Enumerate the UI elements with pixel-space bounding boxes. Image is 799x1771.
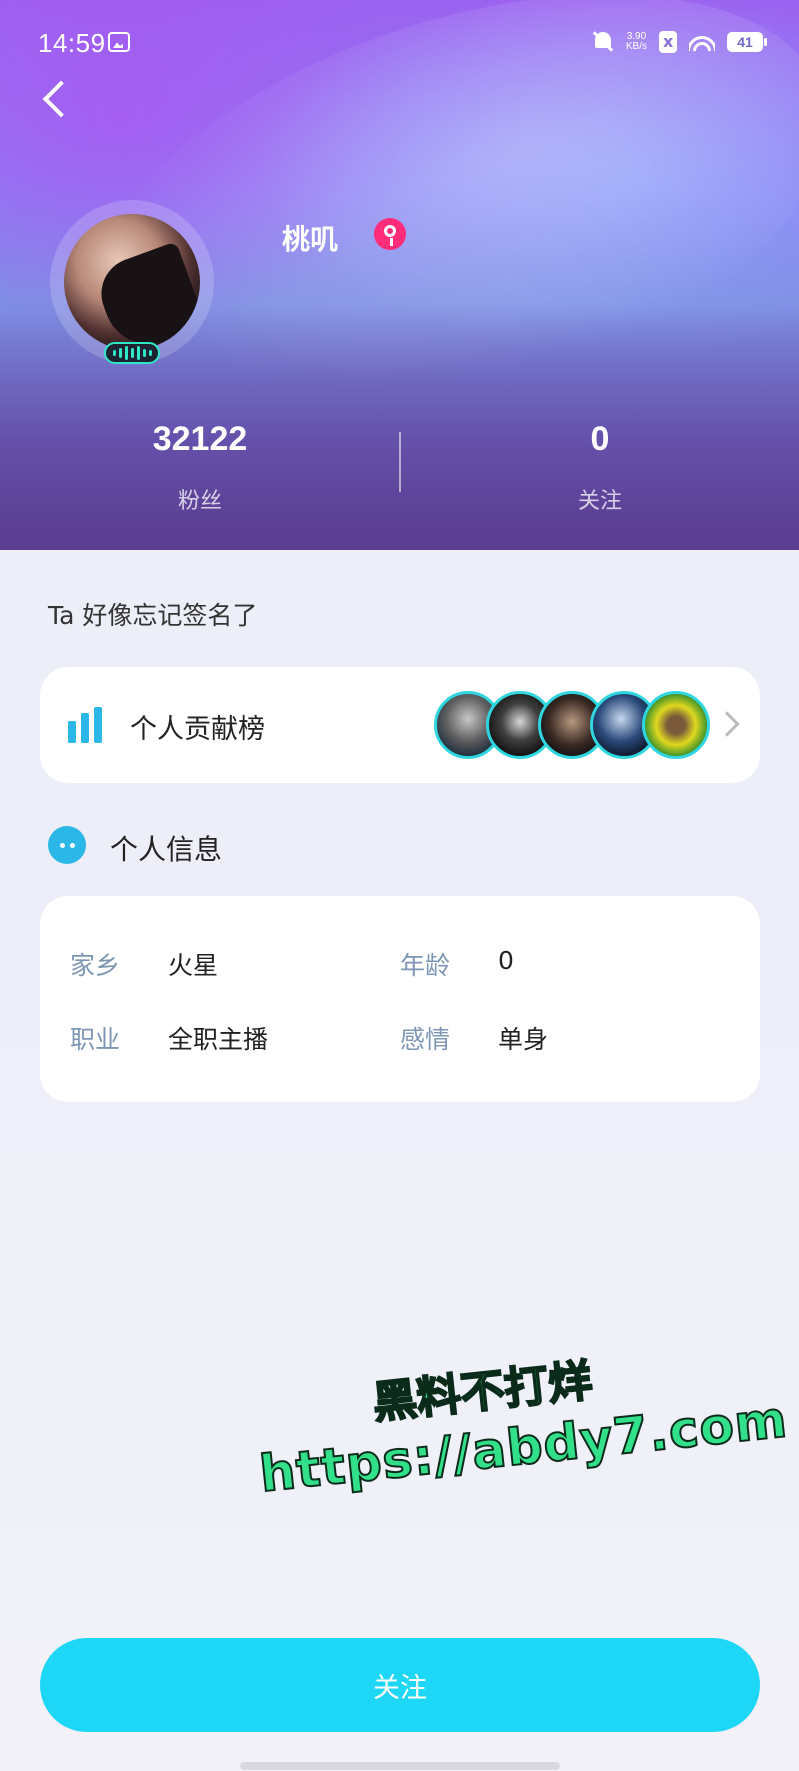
voice-live-badge	[104, 342, 160, 364]
age-label: 年龄	[400, 951, 451, 980]
contribution-rank-label: 个人贡献榜	[130, 714, 265, 745]
fans-label: 粉丝	[177, 489, 222, 514]
occupation-value: 全职主播	[168, 1025, 269, 1054]
status-bar: 14:59 3.90 KB/s 41	[0, 0, 799, 88]
relationship-label: 感情	[400, 1025, 451, 1054]
network-speed-unit: KB/s	[625, 41, 647, 52]
home-indicator	[240, 1762, 560, 1770]
signature-text: Ta 好像忘记签名了	[48, 601, 258, 630]
following-stat[interactable]: 0 关注	[480, 420, 720, 515]
status-time: 14:59	[38, 28, 106, 58]
avatar[interactable]	[64, 214, 200, 350]
fans-count: 32122	[152, 420, 248, 458]
hometown-value: 火星	[168, 951, 219, 980]
watermark: 黑料不打烊 https://abdy7.com	[250, 1326, 791, 1559]
female-icon	[374, 218, 406, 250]
username: 桃叽	[282, 223, 339, 256]
contribution-rank-card[interactable]: 个人贡献榜	[40, 667, 760, 783]
network-speed: 3.90 KB/s	[626, 32, 647, 52]
personal-info-card: 家乡 火星 年龄 0 职业 全职主播 感情 单身	[40, 896, 760, 1102]
battery-icon: 41	[727, 32, 767, 52]
contributor-avatars	[434, 691, 714, 759]
gallery-notification-icon	[108, 32, 130, 52]
chat-bubble-icon	[48, 826, 86, 864]
bar-chart-icon	[68, 707, 102, 743]
relationship-value: 单身	[498, 1025, 549, 1054]
following-count: 0	[590, 420, 610, 458]
wifi-icon	[689, 32, 715, 52]
fans-stat[interactable]: 32122 粉丝	[80, 420, 320, 515]
contributor-avatar	[642, 691, 710, 759]
age-value: 0	[498, 946, 514, 975]
occupation-label: 职业	[70, 1025, 121, 1054]
sim-icon	[659, 31, 677, 53]
personal-info-title: 个人信息	[110, 833, 223, 866]
follow-button[interactable]: 关注	[40, 1638, 760, 1732]
mute-bell-icon	[592, 30, 614, 54]
hometown-label: 家乡	[70, 951, 121, 980]
stat-divider	[399, 432, 401, 492]
chevron-right-icon	[714, 711, 740, 737]
status-indicators: 3.90 KB/s 41	[592, 30, 767, 54]
following-label: 关注	[577, 489, 622, 514]
